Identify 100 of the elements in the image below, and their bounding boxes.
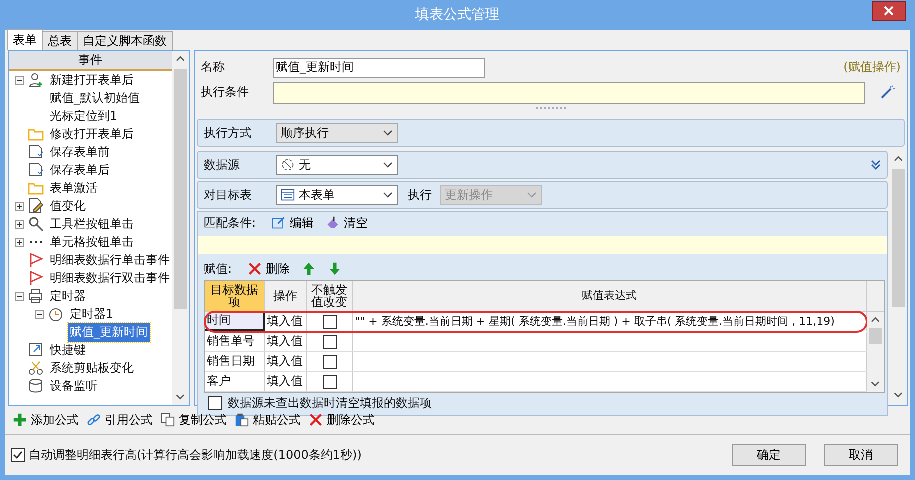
scroll-up-icon[interactable] [894, 156, 903, 162]
toolbar-button[interactable]: 粘贴公式 [233, 412, 303, 428]
tree-item[interactable]: 表单激活 [48, 178, 100, 198]
tree-item[interactable]: 快捷键 [48, 340, 88, 360]
tree-item[interactable]: 明细表数据行双击事件 [48, 268, 172, 288]
checkbox[interactable] [208, 396, 222, 410]
edit-icon [272, 216, 286, 230]
scroll-down-icon[interactable] [176, 394, 185, 400]
close-button[interactable] [872, 1, 906, 21]
expand-icon[interactable] [15, 238, 24, 246]
toolbar-button[interactable]: 删除公式 [307, 412, 377, 428]
tree-item[interactable]: 修改打开表单后 [48, 124, 136, 144]
tab[interactable]: 自定义脚本函数 [77, 31, 173, 50]
checkbox-label: 自动调整明细表行高(计算行高会影响加载速度(1000条约1秒)) [29, 446, 362, 464]
tree-item[interactable]: 设备监听 [48, 376, 100, 396]
eraser-icon [326, 216, 340, 230]
checkbox[interactable] [322, 374, 336, 388]
field-label: 执行方式 [204, 124, 253, 142]
section-label: 匹配条件: [204, 214, 256, 232]
tree-item[interactable]: 系统剪贴板变化 [48, 358, 136, 378]
tree-item[interactable]: 明细表数据行单击事件 [48, 250, 172, 270]
printer-icon [28, 288, 44, 304]
field-label: 执行条件 [201, 84, 250, 101]
table-cell: 填入值 [265, 312, 307, 331]
scrollbar[interactable] [867, 312, 884, 392]
wand-icon[interactable] [879, 84, 895, 100]
double-chevron-icon[interactable] [871, 160, 881, 170]
field-label: 执行 [408, 186, 432, 204]
column-header[interactable]: 不触发值改变 [307, 281, 353, 311]
plus-icon [13, 413, 27, 427]
collapse-icon[interactable] [15, 76, 24, 84]
scissors-icon [28, 360, 44, 376]
name-field[interactable]: 赋值_更新时间 [273, 58, 485, 78]
collapse-icon[interactable] [15, 292, 24, 300]
operation-note: (赋值操作) [844, 59, 901, 76]
dialog-button[interactable]: 取消 [824, 444, 898, 466]
table-cell: 填入值 [265, 372, 307, 391]
data-source-dropdown[interactable]: 无 [276, 155, 398, 175]
scroll-up-icon[interactable] [871, 317, 880, 323]
target-table-dropdown[interactable]: 本表单 [276, 185, 398, 205]
shortcut-icon [28, 342, 44, 358]
flag-icon [28, 270, 44, 286]
toolbar-button[interactable]: 复制公式 [159, 412, 229, 428]
scroll-down-icon[interactable] [894, 392, 903, 398]
checkbox[interactable] [322, 354, 336, 368]
database-icon [28, 378, 44, 394]
table-cell: 时间 [205, 312, 265, 331]
toolbar-button[interactable]: 引用公式 [85, 412, 155, 428]
scroll-up-icon[interactable] [176, 56, 185, 62]
table-cell: 填入值 [265, 332, 307, 351]
dialog-button[interactable]: 确定 [732, 444, 806, 466]
edit-icon [28, 198, 44, 214]
no-source-icon [281, 158, 295, 172]
tab[interactable]: 总表 [42, 31, 78, 50]
table-cell: 销售日期 [205, 352, 265, 371]
column-header[interactable]: 操作 [265, 281, 307, 311]
clock-icon [48, 306, 64, 322]
tree-item[interactable]: 定时器1 [68, 304, 116, 324]
link-icon [87, 413, 101, 427]
condition-field[interactable] [273, 82, 865, 104]
section-label: 赋值: [204, 260, 232, 278]
tree-item[interactable]: 赋值_更新时间 [68, 322, 150, 342]
form-icon [281, 188, 295, 202]
tree-item[interactable]: 定时器 [48, 286, 88, 306]
delete-icon [309, 413, 323, 427]
save-icon [28, 144, 44, 160]
toolbar-button[interactable]: 编辑 [270, 214, 316, 232]
tree-item[interactable]: 值变化 [48, 196, 88, 216]
table-cell: 客户 [205, 372, 265, 391]
expand-icon[interactable] [15, 220, 24, 228]
checkbox[interactable] [322, 334, 336, 348]
magnifier-icon [28, 216, 44, 232]
toolbar-button[interactable]: 添加公式 [11, 412, 81, 428]
person-add-icon [28, 72, 44, 88]
tree-header: 事件 [9, 51, 172, 71]
tree-item[interactable]: 工具栏按钮单击 [48, 214, 136, 234]
tree-item[interactable]: 保存表单前 [48, 142, 112, 162]
table-cell: 填入值 [265, 352, 307, 371]
column-header[interactable]: 赋值表达式 [353, 281, 867, 311]
checkbox[interactable] [322, 314, 336, 328]
field-label: 数据源 [204, 156, 241, 174]
tree-item[interactable]: 新建打开表单后 [48, 71, 136, 90]
checkbox-label: 数据源未查出数据时清空填报的数据项 [228, 394, 432, 412]
scroll-down-icon[interactable] [871, 381, 880, 387]
tree-item[interactable]: 赋值_默认初始值 [48, 88, 142, 108]
tree-item[interactable]: 保存表单后 [48, 160, 112, 180]
tree-item[interactable]: 单元格按钮单击 [48, 232, 136, 252]
toolbar-button[interactable]: 清空 [324, 214, 370, 232]
scroll-thumb[interactable] [869, 328, 882, 344]
exec-mode-dropdown[interactable]: 顺序执行 [276, 123, 398, 143]
flag-icon [28, 252, 44, 268]
checkbox[interactable] [11, 448, 25, 462]
tree-item[interactable]: 光标定位到1 [48, 106, 120, 126]
scrollbar[interactable] [172, 51, 189, 405]
toolbar-button[interactable]: 删除 [246, 260, 292, 278]
tab[interactable]: 表单 [7, 29, 43, 50]
match-condition-field[interactable] [198, 236, 887, 254]
collapse-icon[interactable] [35, 310, 44, 318]
expand-icon[interactable] [15, 202, 24, 210]
column-header[interactable]: 目标数据项 [205, 281, 265, 311]
